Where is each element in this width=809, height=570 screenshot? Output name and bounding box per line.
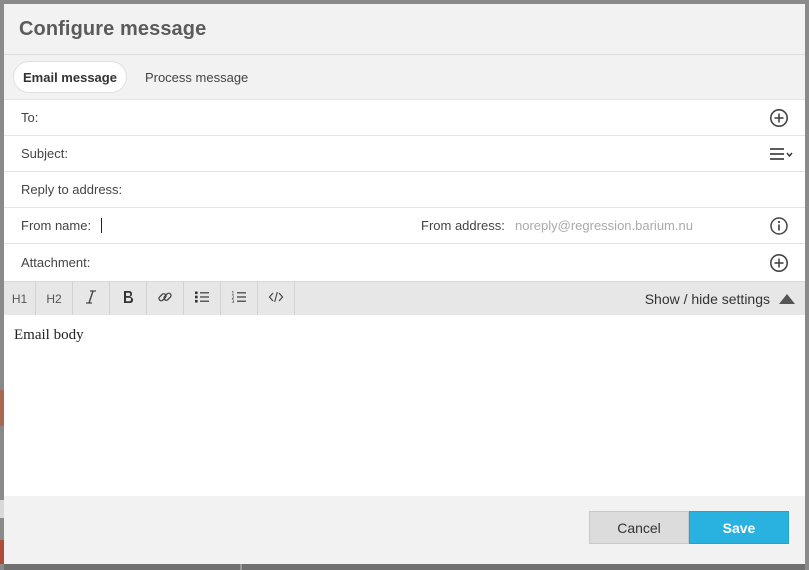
link-button[interactable] bbox=[147, 282, 184, 315]
configure-message-dialog: Configure message Email message Process … bbox=[4, 4, 805, 564]
numbered-list-icon: 123 bbox=[231, 290, 247, 307]
heading-2-icon: H2 bbox=[46, 291, 62, 306]
info-icon[interactable] bbox=[769, 216, 789, 236]
collapse-arrow-icon bbox=[779, 293, 795, 304]
from-address-input[interactable]: noreply@regression.barium.nu bbox=[515, 218, 693, 233]
email-form: To: Subject: Reply to address: From name… bbox=[4, 99, 805, 281]
from-name-input[interactable] bbox=[101, 218, 103, 233]
heading-2-button[interactable]: H2 bbox=[36, 282, 73, 315]
heading-1-button[interactable]: H1 bbox=[4, 282, 36, 315]
message-type-tabs: Email message Process message bbox=[4, 55, 805, 99]
tab-email-message[interactable]: Email message bbox=[13, 61, 127, 93]
attachment-label: Attachment: bbox=[21, 255, 91, 270]
code-button[interactable] bbox=[258, 282, 295, 315]
heading-1-icon: H1 bbox=[11, 291, 28, 306]
numbered-list-button[interactable]: 123 bbox=[221, 282, 258, 315]
attachment-row: Attachment: bbox=[4, 243, 805, 281]
reply-to-row: Reply to address: bbox=[4, 171, 805, 207]
to-row: To: bbox=[4, 99, 805, 135]
subject-label: Subject: bbox=[21, 146, 68, 161]
background-app-fragment bbox=[240, 564, 242, 570]
list-dropdown-icon[interactable] bbox=[769, 144, 795, 164]
italic-icon bbox=[84, 290, 98, 307]
subject-row: Subject: bbox=[4, 135, 805, 171]
editor-toolbar: H1 H2 123 Show / hide settings bbox=[4, 281, 805, 315]
email-body-editor[interactable]: Email body bbox=[4, 315, 805, 496]
add-circle-icon[interactable] bbox=[769, 108, 789, 128]
bullet-list-icon bbox=[194, 290, 210, 307]
to-input[interactable] bbox=[38, 100, 805, 135]
save-button[interactable]: Save bbox=[689, 511, 789, 544]
dialog-footer: Cancel Save bbox=[4, 496, 805, 564]
from-name-label: From name: bbox=[21, 218, 92, 233]
code-icon bbox=[268, 290, 284, 307]
from-row: From name: From address: noreply@regress… bbox=[4, 207, 805, 243]
subject-input[interactable] bbox=[67, 136, 805, 171]
bold-button[interactable] bbox=[110, 282, 147, 315]
to-label: To: bbox=[21, 110, 39, 125]
email-body-text: Email body bbox=[14, 327, 84, 343]
cancel-button[interactable]: Cancel bbox=[589, 511, 689, 544]
dialog-header: Configure message bbox=[4, 4, 805, 55]
bold-icon bbox=[121, 290, 135, 307]
italic-button[interactable] bbox=[73, 282, 110, 315]
bullet-list-button[interactable] bbox=[184, 282, 221, 315]
add-circle-icon[interactable] bbox=[769, 253, 789, 273]
svg-text:3: 3 bbox=[232, 299, 235, 304]
from-address-label: From address: bbox=[421, 218, 505, 233]
background-app-fragment bbox=[4, 564, 805, 570]
show-hide-settings-toggle[interactable]: Show / hide settings bbox=[645, 282, 795, 315]
tab-process-message[interactable]: Process message bbox=[136, 61, 257, 93]
link-icon bbox=[157, 289, 173, 308]
dialog-title: Configure message bbox=[19, 18, 207, 40]
reply-to-label: Reply to address: bbox=[21, 182, 123, 197]
settings-toggle-label: Show / hide settings bbox=[644, 290, 770, 307]
reply-to-input[interactable] bbox=[122, 172, 805, 207]
